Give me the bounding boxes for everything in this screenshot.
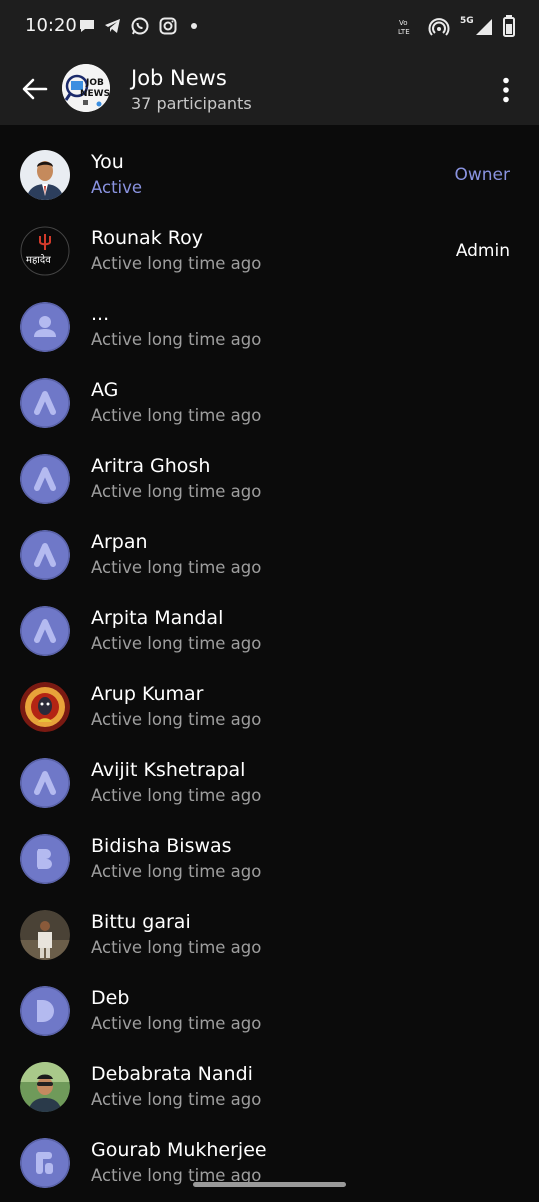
chat-header: JOB NEWS Job News 37 participants xyxy=(0,54,539,125)
avatar xyxy=(20,986,70,1036)
participant-row[interactable]: महादेव Rounak Roy Active long time ago A… xyxy=(0,214,539,290)
more-notifications-dot-icon xyxy=(191,23,197,29)
letter-g-avatar-icon xyxy=(20,1138,70,1188)
avatar xyxy=(20,606,70,656)
participant-row[interactable]: Arup Kumar Active long time ago xyxy=(0,670,539,746)
user-photo-icon xyxy=(20,1062,70,1112)
role-badge-admin: Admin xyxy=(455,241,510,261)
signal-5g-icon: 5G xyxy=(460,16,492,35)
participant-name: Rounak Roy xyxy=(91,227,203,249)
participant-list: You Active Owner महादेव Rounak Roy Activ… xyxy=(0,138,539,1202)
letter-a-avatar-icon xyxy=(20,378,70,428)
participant-status: Active long time ago xyxy=(91,1014,262,1033)
avatar xyxy=(20,378,70,428)
deity-photo-icon xyxy=(20,682,70,732)
participant-name: AG xyxy=(91,379,119,401)
avatar xyxy=(20,1062,70,1112)
whatsapp-icon xyxy=(131,17,149,35)
participant-status: Active long time ago xyxy=(91,406,262,425)
participant-count: 37 participants xyxy=(131,94,252,113)
role-badge-owner: Owner xyxy=(454,165,510,185)
letter-a-avatar-icon xyxy=(20,530,70,580)
participant-row[interactable]: Deb Active long time ago xyxy=(0,974,539,1050)
participant-status: Active long time ago xyxy=(91,1090,262,1109)
user-photo-icon xyxy=(20,910,70,960)
participant-status: Active long time ago xyxy=(91,558,262,577)
svg-text:महादेव: महादेव xyxy=(26,254,51,266)
mahadev-logo-icon: महादेव xyxy=(20,226,70,276)
arrow-back-icon xyxy=(22,78,48,100)
volte-icon: Vo LTE xyxy=(398,19,410,36)
participant-status: Active long time ago xyxy=(91,254,262,273)
avatar xyxy=(20,1138,70,1188)
participant-row[interactable]: ... Active long time ago xyxy=(0,290,539,366)
letter-a-avatar-icon xyxy=(20,606,70,656)
participant-row[interactable]: Gourab Mukherjee Active long time ago xyxy=(0,1126,539,1202)
participant-name: Bidisha Biswas xyxy=(91,835,232,857)
participant-row[interactable]: Bidisha Biswas Active long time ago xyxy=(0,822,539,898)
participant-name: Gourab Mukherjee xyxy=(91,1139,267,1161)
default-person-icon xyxy=(20,302,70,352)
avatar xyxy=(20,758,70,808)
telegram-icon xyxy=(105,19,120,33)
participant-row[interactable]: You Active Owner xyxy=(0,138,539,214)
participant-name: ... xyxy=(91,303,110,325)
avatar xyxy=(20,302,70,352)
avatar: महादेव xyxy=(20,226,70,276)
status-time: 10:20 xyxy=(25,15,77,36)
battery-icon xyxy=(503,15,515,37)
participant-status: Active xyxy=(91,178,143,197)
more-vert-icon xyxy=(503,77,509,103)
participant-name: Avijit Kshetrapal xyxy=(91,759,246,781)
letter-b-avatar-icon xyxy=(20,834,70,884)
overflow-menu-button[interactable] xyxy=(492,72,520,108)
avatar xyxy=(20,150,70,200)
svg-text:JOB: JOB xyxy=(85,78,104,88)
gesture-navigation-bar[interactable] xyxy=(193,1182,346,1187)
letter-d-avatar-icon xyxy=(20,986,70,1036)
status-bar: 10:20 Vo LTE 5G xyxy=(0,0,539,54)
svg-text:NEWS: NEWS xyxy=(80,89,110,99)
hotspot-icon xyxy=(428,18,450,36)
participant-status: Active long time ago xyxy=(91,482,262,501)
participant-name: Deb xyxy=(91,987,130,1009)
participant-name: You xyxy=(91,151,124,173)
avatar xyxy=(20,682,70,732)
participant-row[interactable]: Aritra Ghosh Active long time ago xyxy=(0,442,539,518)
avatar xyxy=(20,910,70,960)
avatar xyxy=(20,834,70,884)
participant-row[interactable]: Arpita Mandal Active long time ago xyxy=(0,594,539,670)
participant-status: Active long time ago xyxy=(91,938,262,957)
participant-row[interactable]: Bittu garai Active long time ago xyxy=(0,898,539,974)
participant-name: Arpita Mandal xyxy=(91,607,224,629)
svg-text:LTE: LTE xyxy=(398,28,410,36)
participant-name: Bittu garai xyxy=(91,911,191,933)
group-avatar[interactable]: JOB NEWS xyxy=(62,64,110,112)
letter-a-avatar-icon xyxy=(20,454,70,504)
participant-row[interactable]: Avijit Kshetrapal Active long time ago xyxy=(0,746,539,822)
participant-status: Active long time ago xyxy=(91,786,262,805)
group-title[interactable]: Job News xyxy=(131,66,227,90)
participant-status: Active long time ago xyxy=(91,330,262,349)
job-news-logo-icon: JOB NEWS xyxy=(62,64,110,112)
svg-text:Vo: Vo xyxy=(399,19,408,27)
avatar xyxy=(20,454,70,504)
back-button[interactable] xyxy=(16,70,54,108)
user-photo-icon xyxy=(20,150,70,200)
chat-bubble-icon xyxy=(80,20,94,32)
participant-name: Aritra Ghosh xyxy=(91,455,211,477)
instagram-icon xyxy=(159,17,177,35)
participant-row[interactable]: Debabrata Nandi Active long time ago xyxy=(0,1050,539,1126)
participant-row[interactable]: Arpan Active long time ago xyxy=(0,518,539,594)
participant-name: Debabrata Nandi xyxy=(91,1063,253,1085)
participant-row[interactable]: AG Active long time ago xyxy=(0,366,539,442)
participant-name: Arup Kumar xyxy=(91,683,204,705)
participant-name: Arpan xyxy=(91,531,148,553)
svg-text:5G: 5G xyxy=(460,16,474,26)
letter-a-avatar-icon xyxy=(20,758,70,808)
participant-status: Active long time ago xyxy=(91,634,262,653)
avatar xyxy=(20,530,70,580)
participant-status: Active long time ago xyxy=(91,710,262,729)
participant-status: Active long time ago xyxy=(91,862,262,881)
